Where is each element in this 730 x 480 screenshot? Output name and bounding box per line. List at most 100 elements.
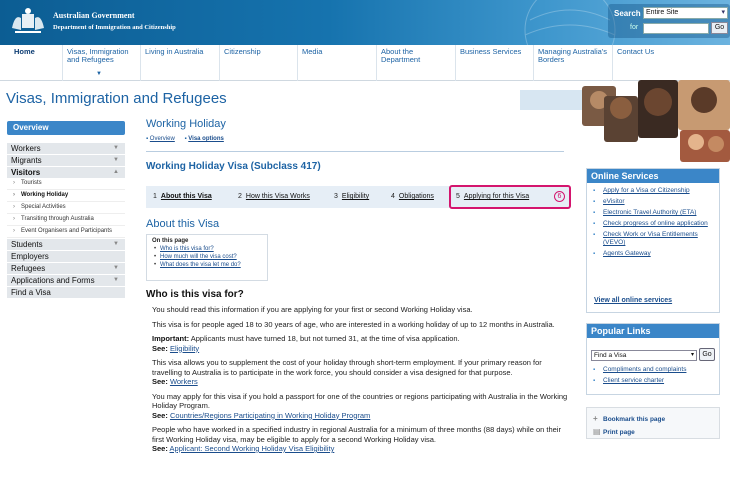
plus-icon: + xyxy=(593,414,598,423)
tab-visa-options-label: Visa options xyxy=(188,136,224,142)
nav-current-marker-icon: ▼ xyxy=(96,71,102,77)
chevron-down-icon: ▼ xyxy=(113,241,119,247)
step-about[interactable]: 1 About this Visa xyxy=(153,193,212,200)
print-button[interactable]: ▤ Print page xyxy=(593,427,635,436)
see-label: See: xyxy=(152,343,168,353)
about-title: About this Visa xyxy=(146,218,220,230)
step-label: How this Visa Works xyxy=(245,193,310,200)
nav-borders[interactable]: Managing Australia's Borders xyxy=(533,45,611,81)
nav-media[interactable]: Media xyxy=(297,45,375,81)
bookmark-button[interactable]: + Bookmark this page xyxy=(593,414,665,423)
online-service-link[interactable]: eVisitor xyxy=(593,198,714,206)
sidebar-subitem-tourists[interactable]: Tourists xyxy=(7,178,125,190)
divider xyxy=(146,151,564,152)
step-number: 3 xyxy=(334,193,338,200)
online-services-list: Apply for a Visa or Citizenship eVisitor… xyxy=(587,183,719,258)
popular-links-list: Compliments and complaints Client servic… xyxy=(593,366,717,388)
sidebar-subitem-transiting[interactable]: Transiting through Australia xyxy=(7,214,125,226)
printer-icon: ▤ xyxy=(593,427,601,436)
view-all-online-services-link[interactable]: View all online services xyxy=(594,297,672,304)
paragraph: People who have worked in a specified in… xyxy=(152,425,570,454)
chevron-down-icon: ▼ xyxy=(113,277,119,283)
sidebar-subitem-event-organisers[interactable]: Event Organisers and Participants xyxy=(7,226,125,238)
sidebar-item-applications[interactable]: Applications and Forms ▼ xyxy=(7,274,125,286)
who-heading: Who is this visa for? xyxy=(146,289,244,300)
coat-of-arms-icon[interactable] xyxy=(9,6,47,36)
see-label: See: xyxy=(152,444,168,453)
chevron-down-icon: ▾ xyxy=(690,352,694,358)
online-service-link[interactable]: Check Work or Visa Entitlements (VEVO) xyxy=(593,231,714,247)
paragraph: Important: Applicants must have turned 1… xyxy=(152,334,570,353)
paragraph: You may apply for this visa if you hold … xyxy=(152,392,570,421)
nav-home[interactable]: Home xyxy=(10,45,60,81)
sub-tabs: ▪ Overview ▪ Visa options xyxy=(146,136,566,142)
online-service-link[interactable]: Electronic Travel Authority (ETA) xyxy=(593,209,714,217)
sidebar-item-find-visa[interactable]: Find a Visa xyxy=(7,286,125,298)
popular-link[interactable]: Compliments and complaints xyxy=(593,366,717,374)
paragraph: This visa allows you to supplement the c… xyxy=(152,358,570,387)
online-service-link[interactable]: Apply for a Visa or Citizenship xyxy=(593,187,714,195)
sidebar-item-migrants[interactable]: Migrants ▼ xyxy=(7,154,125,166)
site-header: Australian Government Department of Immi… xyxy=(0,0,730,45)
eligibility-link[interactable]: Eligibility xyxy=(170,344,199,353)
on-page-link[interactable]: Who is this visa for? xyxy=(152,246,262,252)
nav-citizenship[interactable]: Citizenship xyxy=(219,45,297,81)
step-how-works[interactable]: 2 How this Visa Works xyxy=(238,193,310,200)
for-label: for xyxy=(630,24,639,31)
bookmark-label: Bookmark this page xyxy=(603,416,666,423)
search-input[interactable] xyxy=(643,23,709,34)
sidebar-overview[interactable]: Overview xyxy=(7,121,125,135)
step-obligations[interactable]: 4 Obligations xyxy=(391,193,434,200)
online-services-title: Online Services xyxy=(587,169,719,183)
sidebar-subitem-special-activities[interactable]: Special Activities xyxy=(7,202,125,214)
sidebar-item-label: Migrants xyxy=(11,156,42,165)
sidebar-item-visitors[interactable]: Visitors ▲ xyxy=(7,166,125,178)
important-label: Important: xyxy=(152,334,190,343)
print-label: Print page xyxy=(603,429,635,436)
search-scope-select[interactable]: Entire Site ▾ xyxy=(643,7,728,19)
online-service-link[interactable]: Check progress of online application xyxy=(593,220,714,228)
sidebar-item-students[interactable]: Students ▼ xyxy=(7,238,125,250)
department-name[interactable]: Department of Immigration and Citizenshi… xyxy=(53,24,176,31)
search-label: Search xyxy=(614,9,641,18)
highlight-box xyxy=(449,185,571,209)
tab-visa-options[interactable]: ▪ Visa options xyxy=(184,136,223,142)
search-go-button[interactable]: Go xyxy=(711,22,728,34)
popular-links-select[interactable]: Find a Visa ▾ xyxy=(591,350,697,361)
step-label: Obligations xyxy=(398,193,434,200)
online-services-box: Online Services Apply for a Visa or Citi… xyxy=(586,168,720,313)
on-page-link[interactable]: How much will the visa cost? xyxy=(152,254,262,260)
nav-business[interactable]: Business Services xyxy=(455,45,533,81)
sidebar-item-label: Workers xyxy=(11,144,41,153)
tab-overview-label: Overview xyxy=(149,136,175,142)
globe-graphic xyxy=(524,0,616,45)
sidebar-item-workers[interactable]: Workers ▼ xyxy=(7,142,125,154)
on-page-link[interactable]: What does the visa let me do? xyxy=(152,262,262,268)
chevron-down-icon: ▼ xyxy=(113,145,119,151)
visa-title: Working Holiday Visa (Subclass 417) xyxy=(146,161,321,172)
nav-contact[interactable]: Contact Us xyxy=(612,45,690,81)
sidebar-subitem-working-holiday[interactable]: Working Holiday xyxy=(7,190,125,202)
step-number: 2 xyxy=(238,193,242,200)
sidebar-item-label: Applications and Forms xyxy=(11,276,95,285)
nav-living[interactable]: Living in Australia xyxy=(140,45,218,81)
main-content: Working Holiday ▪ Overview ▪ Visa option… xyxy=(146,118,571,453)
online-service-link[interactable]: Agents Gateway xyxy=(593,250,714,258)
body-text: You should read this information if you … xyxy=(152,305,570,459)
step-annotation-badge: 6 xyxy=(554,191,565,202)
countries-link[interactable]: Countries/Regions Participating in Worki… xyxy=(170,411,370,420)
step-eligibility[interactable]: 3 Eligibility xyxy=(334,193,369,200)
popular-go-button[interactable]: Go xyxy=(699,348,715,361)
tab-overview[interactable]: ▪ Overview xyxy=(146,136,175,142)
step-number: 1 xyxy=(153,193,157,200)
popular-link[interactable]: Client service charter xyxy=(593,377,717,385)
workers-link[interactable]: Workers xyxy=(170,377,198,386)
main-nav: Home Visas, Immigration and Refugees Liv… xyxy=(0,45,730,81)
sidebar-item-refugees[interactable]: Refugees ▼ xyxy=(7,262,125,274)
popular-select-value: Find a Visa xyxy=(594,352,627,359)
nav-about[interactable]: About the Department xyxy=(376,45,454,81)
second-visa-link[interactable]: Applicant: Second Working Holiday Visa E… xyxy=(170,444,335,453)
step-label: About this Visa xyxy=(160,193,212,200)
paragraph-text: You may apply for this visa if you hold … xyxy=(152,391,568,411)
sidebar-item-employers[interactable]: Employers xyxy=(7,250,125,262)
